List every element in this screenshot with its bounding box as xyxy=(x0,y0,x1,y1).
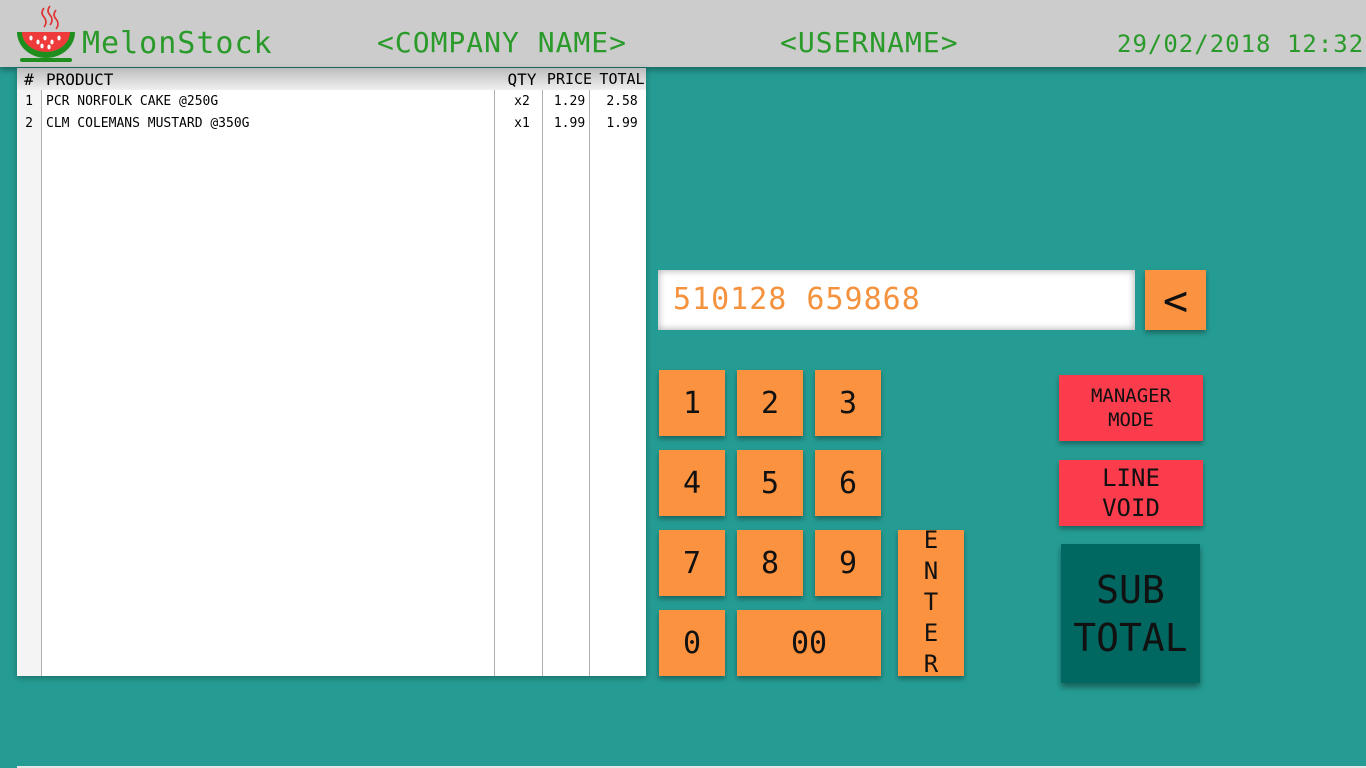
receipt-panel: # PRODUCT QTY PRICE TOTAL 1 PCR NORFOLK … xyxy=(17,68,646,676)
row-price: 1.99 xyxy=(553,115,586,131)
row-qty: x1 xyxy=(514,115,530,131)
username: <USERNAME> xyxy=(780,26,959,59)
key-4-button[interactable]: 4 xyxy=(659,450,725,516)
app-brand-name: MelonStock xyxy=(82,26,273,61)
row-price: 1.29 xyxy=(553,93,586,109)
table-row[interactable]: 2 CLM COLEMANS MUSTARD @350G x1 1.99 1.9… xyxy=(17,112,646,134)
enter-button[interactable]: ENTER xyxy=(898,526,964,681)
watermelon-logo-icon xyxy=(17,5,75,62)
barcode-input[interactable]: 510128 659868 xyxy=(658,270,1135,330)
key-5-button[interactable]: 5 xyxy=(737,450,803,516)
column-header-total: TOTAL xyxy=(599,70,645,88)
row-product: CLM COLEMANS MUSTARD @350G xyxy=(46,115,250,131)
key-9-button[interactable]: 9 xyxy=(815,530,881,596)
table-row[interactable]: 1 PCR NORFOLK CAKE @250G x2 1.29 2.58 xyxy=(17,90,646,112)
subtotal-button[interactable]: SUB TOTAL xyxy=(1061,544,1200,683)
line-void-button[interactable]: LINE VOID xyxy=(1059,460,1203,526)
key-8-button[interactable]: 8 xyxy=(737,530,803,596)
key-00-button[interactable]: 00 xyxy=(737,610,881,676)
company-name: <COMPANY NAME> xyxy=(377,26,628,59)
column-header-product: PRODUCT xyxy=(46,69,114,89)
column-header-qty: QTY xyxy=(507,69,537,89)
key-0-button[interactable]: 0 xyxy=(659,610,725,676)
column-header-price: PRICE xyxy=(546,70,593,88)
row-product: PCR NORFOLK CAKE @250G xyxy=(46,93,219,109)
key-2-button[interactable]: 2 xyxy=(737,370,803,436)
row-number: 2 xyxy=(25,115,33,131)
date-time: 29/02/2018 12:32 xyxy=(1117,30,1365,58)
row-total: 1.99 xyxy=(606,115,638,131)
key-3-button[interactable]: 3 xyxy=(815,370,881,436)
barcode-input-value: 510128 659868 xyxy=(673,282,921,317)
receipt-header-row: # PRODUCT QTY PRICE TOTAL xyxy=(17,68,646,90)
backspace-button[interactable]: < xyxy=(1145,270,1206,330)
row-qty: x2 xyxy=(514,93,530,109)
row-number: 1 xyxy=(25,93,33,109)
key-7-button[interactable]: 7 xyxy=(659,530,725,596)
row-total: 2.58 xyxy=(606,93,638,109)
header-bar: MelonStock <COMPANY NAME> <USERNAME> 29/… xyxy=(0,0,1366,67)
key-1-button[interactable]: 1 xyxy=(659,370,725,436)
enter-label: ENTER xyxy=(917,525,945,681)
column-header-number: # xyxy=(24,69,34,89)
receipt-table: # PRODUCT QTY PRICE TOTAL 1 PCR NORFOLK … xyxy=(17,68,646,134)
key-6-button[interactable]: 6 xyxy=(815,450,881,516)
manager-mode-button[interactable]: MANAGER MODE xyxy=(1059,375,1203,441)
